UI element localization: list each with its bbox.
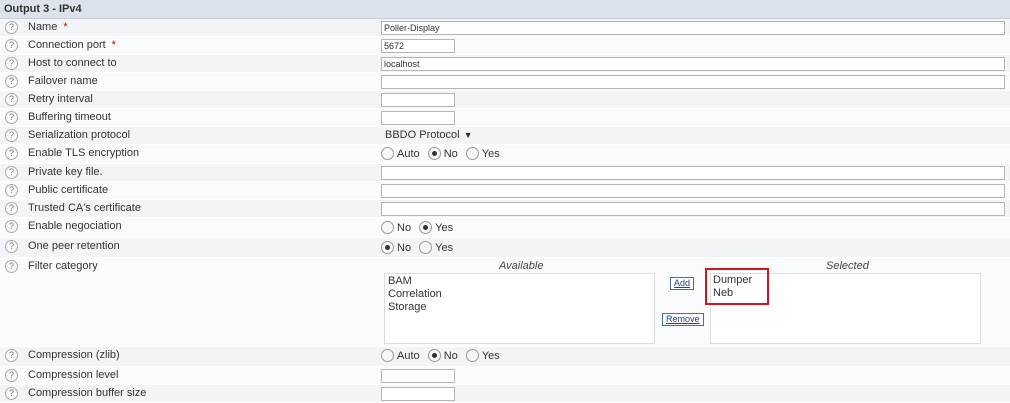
help-icon[interactable]: ? <box>5 184 18 197</box>
help-icon[interactable]: ? <box>5 93 18 106</box>
connection-port-label: Connection port * <box>28 39 116 51</box>
private-key-label: Private key file. <box>28 166 103 178</box>
row-failover: ? Failover name <box>0 73 1010 91</box>
help-icon[interactable]: ? <box>5 202 18 215</box>
public-certificate-input[interactable] <box>381 184 1005 198</box>
list-item[interactable]: Dumper <box>713 274 752 287</box>
ca-certificate-input[interactable] <box>381 202 1005 216</box>
negociation-no-radio[interactable] <box>381 221 394 234</box>
row-serialization: ? Serialization protocol BBDO Protocol ▼ <box>0 127 1010 145</box>
compression-buffer-input[interactable] <box>381 387 455 401</box>
required-marker: * <box>111 39 116 51</box>
row-name: ? Name * <box>0 19 1010 37</box>
row-retry-interval: ? Retry interval <box>0 91 1010 109</box>
row-host: ? Host to connect to <box>0 55 1010 73</box>
help-icon[interactable]: ? <box>5 111 18 124</box>
host-input[interactable] <box>381 57 1005 71</box>
help-icon[interactable]: ? <box>5 240 18 253</box>
help-icon[interactable]: ? <box>5 21 18 34</box>
selected-column-header: Selected <box>826 260 869 272</box>
tls-radio-group: Auto No Yes <box>381 147 505 160</box>
help-icon[interactable]: ? <box>5 220 18 233</box>
tls-auto-radio[interactable] <box>381 147 394 160</box>
serialization-label: Serialization protocol <box>28 129 131 141</box>
row-ca-certificate: ? Trusted CA's certificate <box>0 200 1010 218</box>
row-compression: ? Compression (zlib) Auto No Yes <box>0 347 1010 367</box>
retry-interval-label: Retry interval <box>28 93 93 105</box>
compression-no-radio[interactable] <box>427 349 441 362</box>
peer-retention-radio-group: No Yes <box>381 241 458 254</box>
form-section-header: Output 3 - IPv4 <box>0 0 1010 19</box>
name-label: Name * <box>28 21 68 33</box>
tls-no-radio[interactable] <box>427 147 441 160</box>
list-item[interactable]: BAM <box>388 275 651 288</box>
name-input[interactable] <box>381 21 1005 35</box>
help-icon[interactable]: ? <box>5 75 18 88</box>
negociation-radio-group: No Yes <box>381 221 458 234</box>
buffering-timeout-input[interactable] <box>381 111 455 125</box>
help-icon[interactable]: ? <box>5 57 18 70</box>
help-icon[interactable]: ? <box>5 39 18 52</box>
buffering-timeout-label: Buffering timeout <box>28 111 111 123</box>
compression-level-input[interactable] <box>381 369 455 383</box>
help-icon[interactable]: ? <box>5 129 18 142</box>
list-item[interactable]: Correlation <box>388 288 651 301</box>
available-list[interactable]: BAM Correlation Storage <box>384 273 655 344</box>
row-tls: ? Enable TLS encryption Auto No Yes <box>0 145 1010 164</box>
retry-interval-input[interactable] <box>381 93 455 107</box>
negociation-yes-radio[interactable] <box>419 221 433 234</box>
help-icon[interactable]: ? <box>5 166 18 179</box>
row-compression-buffer: ? Compression buffer size <box>0 385 1010 403</box>
add-button[interactable]: Add <box>670 277 695 290</box>
serialization-select[interactable]: BBDO Protocol ▼ <box>381 128 477 142</box>
compression-radio-group: Auto No Yes <box>381 349 505 362</box>
compression-level-label: Compression level <box>28 369 119 381</box>
help-icon[interactable]: ? <box>5 147 18 160</box>
list-item[interactable]: Neb <box>713 287 752 300</box>
section-title: Output 3 - IPv4 <box>4 3 82 15</box>
available-column-header: Available <box>499 260 544 272</box>
host-label: Host to connect to <box>28 57 117 69</box>
compression-auto-radio[interactable] <box>381 349 394 362</box>
help-icon[interactable]: ? <box>5 260 18 273</box>
peer-retention-label: One peer retention <box>28 240 120 252</box>
peer-retention-no-radio[interactable] <box>381 241 394 254</box>
failover-label: Failover name <box>28 75 98 87</box>
list-item[interactable]: Storage <box>388 301 651 314</box>
compression-label: Compression (zlib) <box>28 349 120 361</box>
row-private-key: ? Private key file. <box>0 164 1010 182</box>
connection-port-input[interactable] <box>381 39 455 53</box>
row-public-certificate: ? Public certificate <box>0 182 1010 200</box>
tls-label: Enable TLS encryption <box>28 147 140 159</box>
help-icon[interactable]: ? <box>5 369 18 382</box>
required-marker: * <box>63 21 68 33</box>
row-filter-category: ? Filter category Available Selected BAM… <box>0 258 1010 347</box>
row-connection-port: ? Connection port * <box>0 37 1010 55</box>
peer-retention-yes-radio[interactable] <box>419 241 433 254</box>
compression-buffer-label: Compression buffer size <box>28 387 147 399</box>
failover-input[interactable] <box>381 75 1005 89</box>
private-key-input[interactable] <box>381 166 1005 180</box>
row-negociation: ? Enable negociation No Yes <box>0 218 1010 238</box>
tls-yes-radio[interactable] <box>465 147 479 160</box>
row-compression-level: ? Compression level <box>0 367 1010 385</box>
public-certificate-label: Public certificate <box>28 184 109 196</box>
row-peer-retention: ? One peer retention No Yes <box>0 238 1010 258</box>
selected-items: Dumper Neb <box>710 273 755 301</box>
help-icon[interactable]: ? <box>5 349 18 362</box>
help-icon[interactable]: ? <box>5 387 18 400</box>
compression-yes-radio[interactable] <box>465 349 479 362</box>
row-buffering-timeout: ? Buffering timeout <box>0 109 1010 127</box>
dropdown-arrow-icon: ▼ <box>463 130 473 140</box>
remove-button[interactable]: Remove <box>662 313 704 326</box>
ca-certificate-label: Trusted CA's certificate <box>28 202 141 214</box>
negociation-label: Enable negociation <box>28 220 122 232</box>
filter-category-label: Filter category <box>28 260 98 272</box>
